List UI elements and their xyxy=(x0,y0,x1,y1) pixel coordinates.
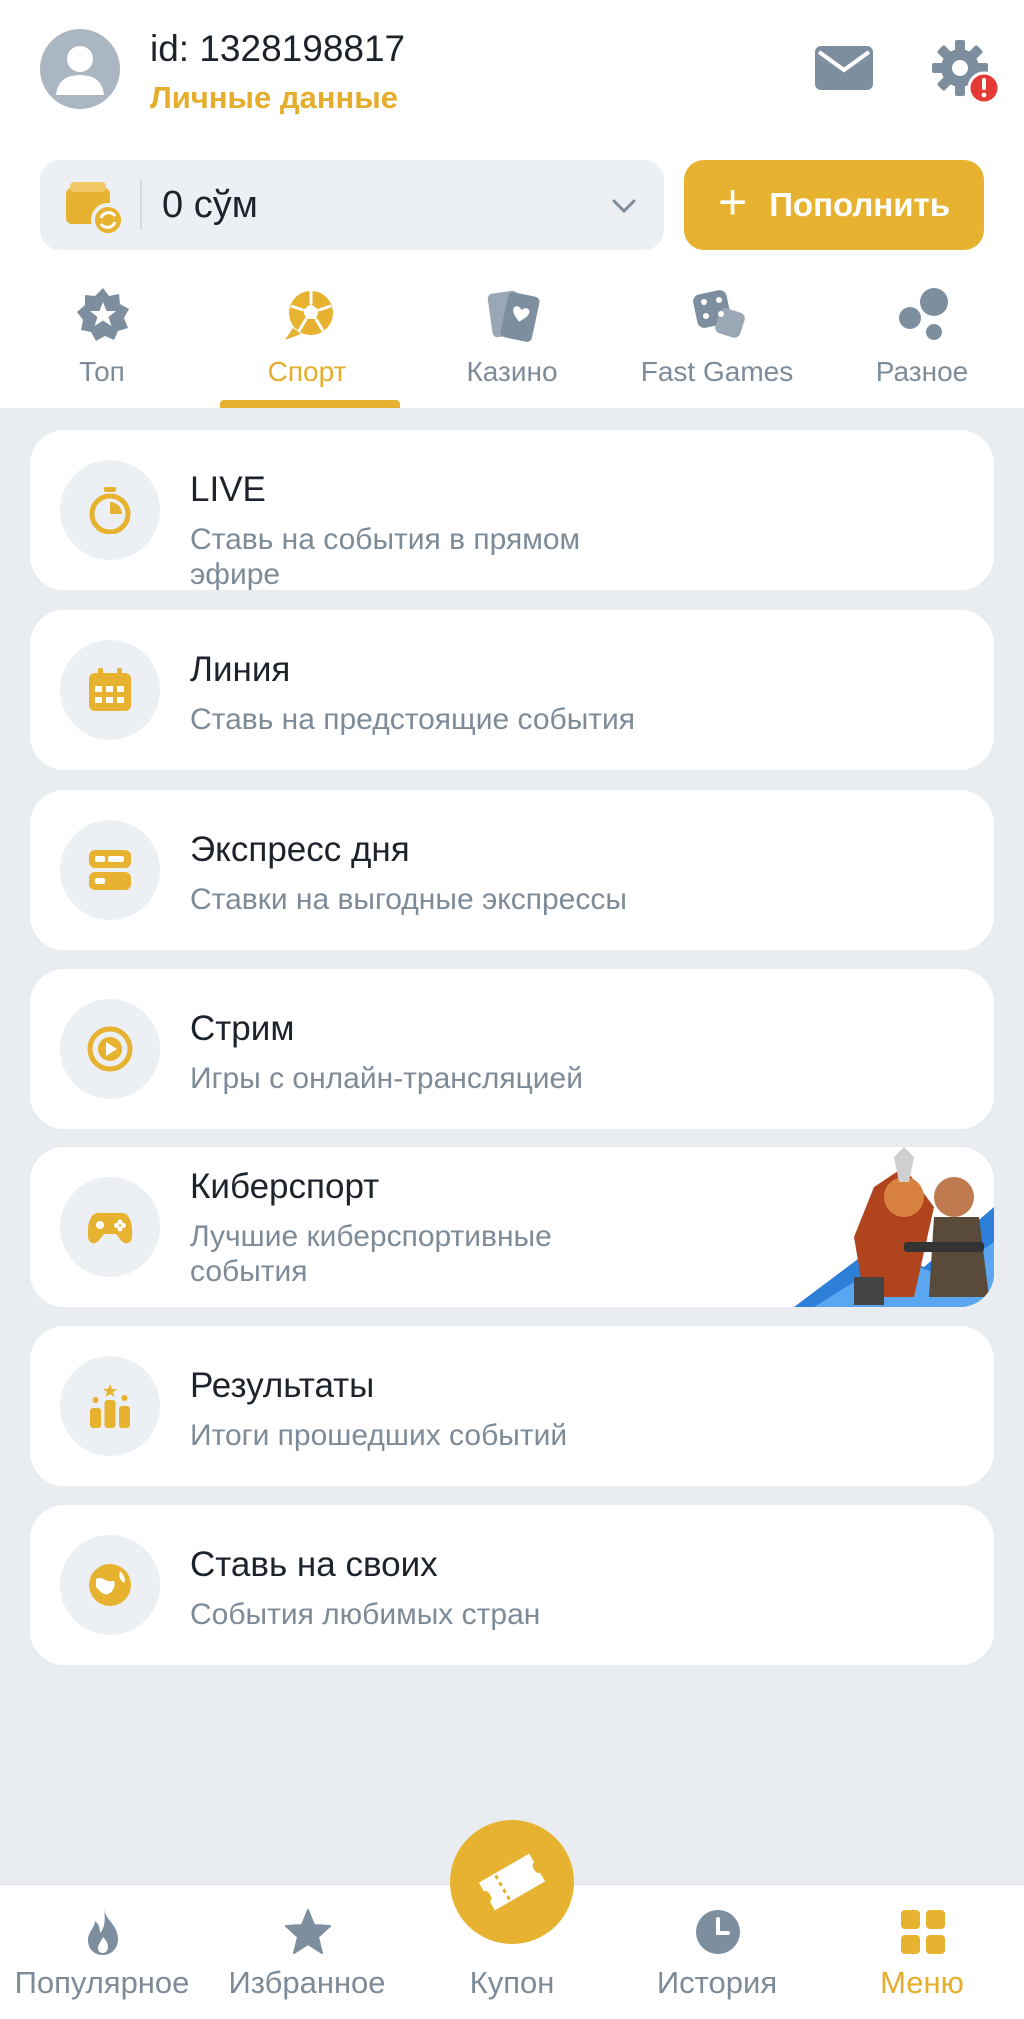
star-icon xyxy=(285,1909,331,1954)
menu-item-title: Киберспорт xyxy=(190,1167,380,1206)
menu-item-title: Стрим xyxy=(190,1009,295,1048)
chevron-down-icon xyxy=(612,199,636,214)
gamepad-icon xyxy=(87,1213,133,1244)
nav-menu[interactable]: Меню xyxy=(820,1885,1024,2019)
nav-label: Купон xyxy=(469,1965,555,2000)
menu-item-title: Линия xyxy=(190,650,291,689)
menu-item-title: Ставь на своих xyxy=(190,1545,438,1584)
menu-item-stream[interactable]: Стрим Игры с онлайн-трансляцией xyxy=(30,969,994,1129)
menu-item-title: Экспресс дня xyxy=(190,830,410,869)
tab-label: Спорт xyxy=(267,356,347,387)
dice-icon xyxy=(693,290,745,338)
esports-heroes-image xyxy=(794,1147,994,1307)
user-id: id: 1328198817 xyxy=(150,28,406,69)
balance-selector[interactable]: 0 сўм xyxy=(40,160,664,250)
coupon-icon xyxy=(478,1853,546,1911)
tab-misc[interactable]: Разное xyxy=(820,280,1024,408)
nav-history[interactable]: История xyxy=(615,1885,819,2019)
bubbles-icon xyxy=(899,288,948,340)
stopwatch-icon xyxy=(89,487,131,534)
calendar-icon xyxy=(89,668,131,711)
podium-icon xyxy=(90,1384,130,1428)
divider xyxy=(140,180,142,230)
nav-label: История xyxy=(656,1965,778,2000)
tab-label: Топ xyxy=(79,356,125,387)
menu-item-esports[interactable]: Киберспорт Лучшие киберспортивные событи… xyxy=(30,1147,994,1307)
menu-item-subtitle: Ставь на предстоящие события xyxy=(190,703,636,736)
play-circle-icon xyxy=(87,1026,133,1072)
deposit-button[interactable]: + Пополнить xyxy=(684,160,984,250)
avatar-icon[interactable] xyxy=(40,29,120,109)
plus-icon: + xyxy=(718,174,748,230)
menu-item-line[interactable]: Линия Ставь на предстоящие события xyxy=(30,610,994,770)
cards-icon xyxy=(487,290,540,342)
category-tabs: Топ Спорт Казино Fast Games Разное xyxy=(0,280,1024,408)
mail-icon[interactable] xyxy=(815,44,873,92)
balance-amount: 0 сўм xyxy=(162,184,258,226)
globe-icon xyxy=(89,1564,131,1606)
menu-item-subtitle: Ставки на выгодные экспрессы xyxy=(190,883,627,916)
menu-item-live[interactable]: LIVE Ставь на события в прямом эфире xyxy=(30,430,994,590)
menu-item-express[interactable]: Экспресс дня Ставки на выгодные экспресс… xyxy=(30,790,994,950)
wallet-icon xyxy=(66,182,125,236)
header-area: id: 1328198817 Личные данные 0 сўм + Поп… xyxy=(0,0,1024,408)
tab-casino[interactable]: Казино xyxy=(410,280,614,408)
menu-item-results[interactable]: Результаты Итоги прошедших событий xyxy=(30,1326,994,1486)
menu-item-subtitle: Итоги прошедших событий xyxy=(190,1419,568,1452)
menu-item-bet-on-yours[interactable]: Ставь на своих События любимых стран xyxy=(30,1505,994,1665)
star-badge-icon xyxy=(77,288,129,341)
ticket-list-icon xyxy=(89,850,131,890)
nav-label: Меню xyxy=(880,1965,964,2000)
menu-item-title: Результаты xyxy=(190,1366,375,1405)
menu-item-subtitle: Лучшие киберспортивные события xyxy=(190,1220,552,1288)
gear-icon[interactable] xyxy=(930,36,1000,106)
clock-icon xyxy=(696,1910,740,1954)
tab-label: Разное xyxy=(875,356,969,387)
nav-label: Избранное xyxy=(228,1965,386,2000)
tab-fast-games[interactable]: Fast Games xyxy=(615,280,819,408)
menu-item-subtitle: События любимых стран xyxy=(190,1598,541,1631)
coupon-button[interactable] xyxy=(450,1820,574,1944)
menu-item-subtitle: Игры с онлайн-трансляцией xyxy=(190,1062,583,1095)
nav-popular[interactable]: Популярное xyxy=(0,1885,204,2019)
soccer-ball-icon xyxy=(285,291,333,340)
nav-favorites[interactable]: Избранное xyxy=(205,1885,409,2019)
tab-top[interactable]: Топ xyxy=(0,280,204,408)
tab-label: Казино xyxy=(466,356,558,387)
fire-icon xyxy=(88,1909,118,1955)
tab-label: Fast Games xyxy=(640,356,794,387)
menu-item-subtitle: Ставь на события в прямом эфире xyxy=(190,523,581,590)
tab-sport[interactable]: Спорт xyxy=(205,280,409,408)
grid-icon xyxy=(901,1910,945,1954)
menu-item-title: LIVE xyxy=(190,470,266,509)
nav-label: Популярное xyxy=(14,1965,190,2000)
active-tab-indicator xyxy=(220,400,400,408)
deposit-label: Пополнить xyxy=(769,186,950,223)
alert-badge-icon xyxy=(967,71,1000,105)
personal-data-link[interactable]: Личные данные xyxy=(150,80,398,116)
